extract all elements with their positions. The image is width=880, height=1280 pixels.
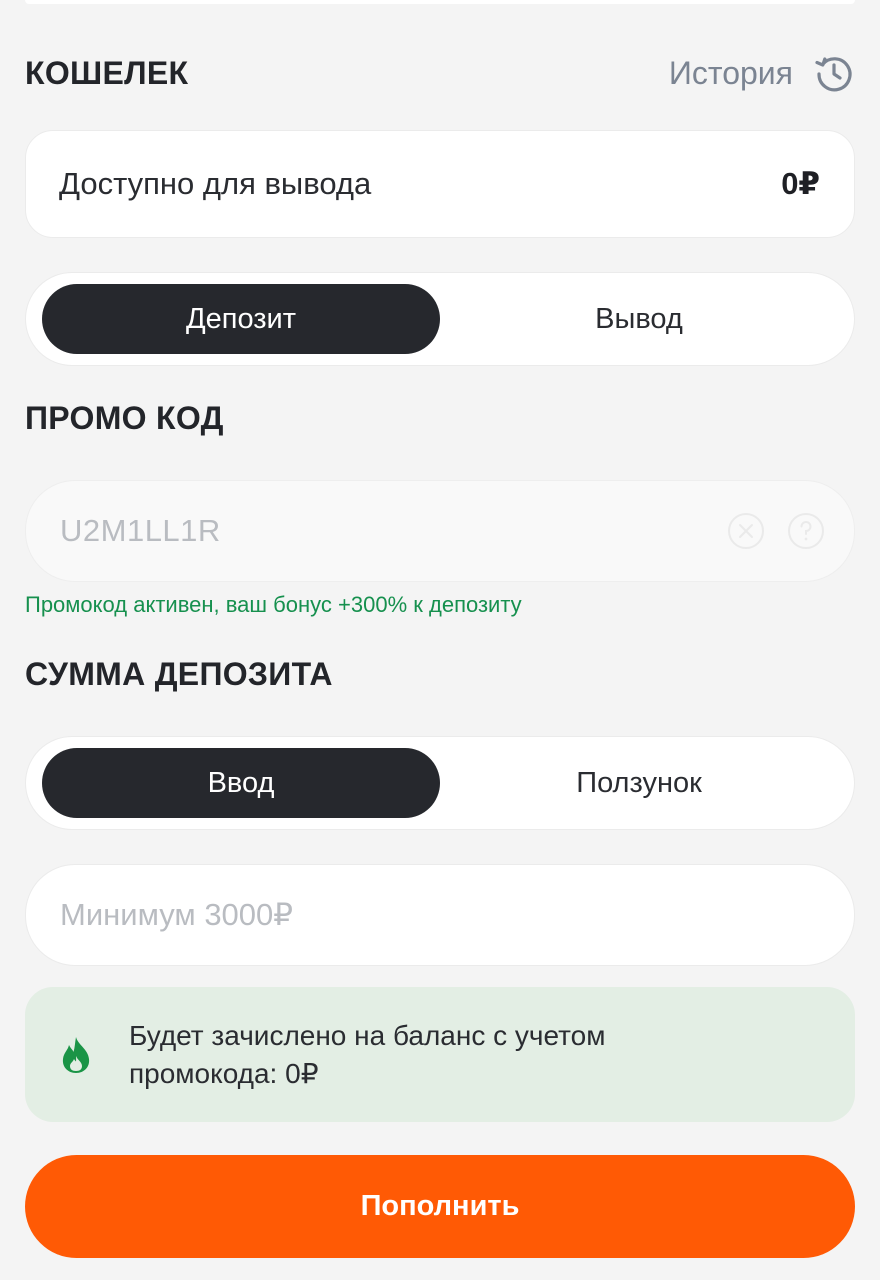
top-up-button[interactable]: Пополнить	[25, 1155, 855, 1258]
input-slider-switch: Ввод Ползунок	[25, 736, 855, 830]
wallet-header: КОШЕЛЕК История	[25, 48, 855, 98]
tab-slider[interactable]: Ползунок	[440, 748, 838, 818]
promo-code-field[interactable]: U2M1LL1R	[25, 480, 855, 582]
wallet-screen: КОШЕЛЕК История Доступно для вывода 0₽ Д…	[0, 0, 880, 1280]
flame-icon	[62, 1036, 90, 1073]
deposit-amount-field	[25, 864, 855, 966]
clear-icon[interactable]	[726, 511, 766, 551]
credit-info-text: Будет зачислено на баланс с учетом промо…	[129, 1017, 605, 1093]
promo-field-icons	[726, 511, 826, 551]
wallet-title: КОШЕЛЕК	[25, 54, 189, 91]
credit-info-line-2: промокода: 0₽	[129, 1057, 319, 1089]
help-icon[interactable]	[786, 511, 826, 551]
tab-withdraw[interactable]: Вывод	[440, 284, 838, 354]
credit-info-line-1: Будет зачислено на баланс с учетом	[129, 1019, 606, 1051]
deposit-sum-title: СУММА ДЕПОЗИТА	[25, 656, 333, 692]
promo-title: ПРОМО КОД	[25, 400, 224, 436]
promo-status-message: Промокод активен, ваш бонус +300% к депо…	[25, 592, 522, 617]
history-link[interactable]: История	[669, 52, 855, 94]
previous-card-edge	[25, 0, 855, 4]
available-balance-label: Доступно для вывода	[59, 166, 372, 201]
tab-input[interactable]: Ввод	[42, 748, 440, 818]
promo-code-value: U2M1LL1R	[60, 513, 221, 548]
deposit-amount-input[interactable]	[60, 897, 820, 933]
credit-info-box: Будет зачислено на баланс с учетом промо…	[25, 987, 855, 1122]
deposit-withdraw-switch: Депозит Вывод	[25, 272, 855, 366]
tab-deposit[interactable]: Депозит	[42, 284, 440, 354]
history-label: История	[668, 54, 793, 91]
available-balance-value: 0₽	[781, 166, 820, 201]
history-clock-icon	[815, 57, 852, 92]
available-balance-card: Доступно для вывода 0₽	[25, 130, 855, 238]
